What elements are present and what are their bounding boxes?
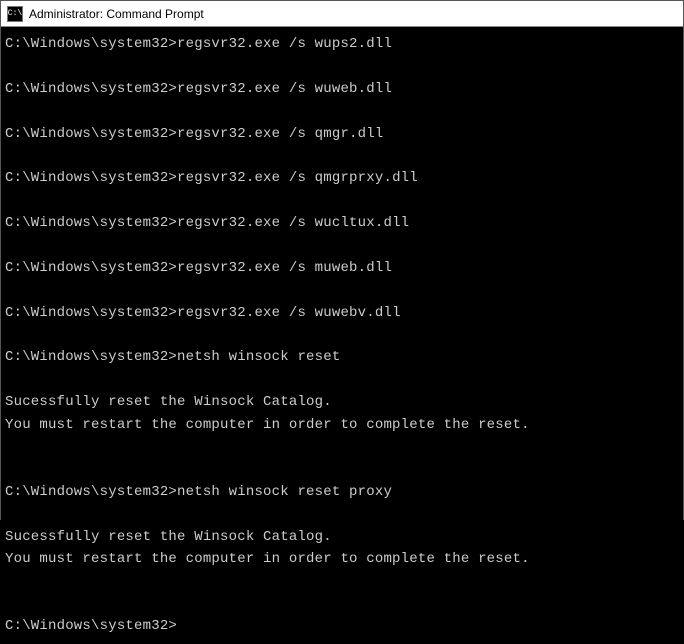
output-text: Sucessfully reset the Winsock Catalog.	[5, 529, 332, 545]
terminal-line: Sucessfully reset the Winsock Catalog.	[5, 391, 679, 413]
terminal-line: C:\Windows\system32>regsvr32.exe /s wuwe…	[5, 78, 679, 100]
prompt: C:\Windows\system32>	[5, 36, 177, 52]
terminal-line: You must restart the computer in order t…	[5, 548, 679, 570]
command-text: netsh winsock reset	[177, 349, 340, 365]
command-text: regsvr32.exe /s wuwebv.dll	[177, 305, 401, 321]
terminal-line	[5, 570, 679, 592]
titlebar[interactable]: C:\ Administrator: Command Prompt	[1, 1, 683, 27]
terminal-line: Sucessfully reset the Winsock Catalog.	[5, 526, 679, 548]
terminal-line: C:\Windows\system32>regsvr32.exe /s muwe…	[5, 257, 679, 279]
prompt: C:\Windows\system32>	[5, 81, 177, 97]
terminal-line: C:\Windows\system32>regsvr32.exe /s qmgr…	[5, 123, 679, 145]
window-title: Administrator: Command Prompt	[29, 7, 204, 21]
output-text: You must restart the computer in order t…	[5, 417, 530, 433]
terminal-line: C:\Windows\system32>netsh winsock reset …	[5, 481, 679, 503]
output-text: You must restart the computer in order t…	[5, 551, 530, 567]
command-text: regsvr32.exe /s qmgrprxy.dll	[177, 170, 418, 186]
terminal-area[interactable]: C:\Windows\system32>regsvr32.exe /s wups…	[1, 27, 683, 644]
terminal-line	[5, 235, 679, 257]
prompt: C:\Windows\system32>	[5, 126, 177, 142]
prompt: C:\Windows\system32>	[5, 170, 177, 186]
command-text: netsh winsock reset proxy	[177, 484, 392, 500]
prompt: C:\Windows\system32>	[5, 484, 177, 500]
terminal-line	[5, 369, 679, 391]
terminal-line	[5, 503, 679, 525]
command-text: regsvr32.exe /s muweb.dll	[177, 260, 392, 276]
terminal-line	[5, 324, 679, 346]
terminal-line	[5, 100, 679, 122]
prompt: C:\Windows\system32>	[5, 215, 177, 231]
terminal-line	[5, 458, 679, 480]
terminal-line: C:\Windows\system32>regsvr32.exe /s wuwe…	[5, 302, 679, 324]
terminal-line: C:\Windows\system32>	[5, 615, 679, 637]
terminal-line	[5, 279, 679, 301]
terminal-line: You must restart the computer in order t…	[5, 414, 679, 436]
prompt: C:\Windows\system32>	[5, 260, 177, 276]
prompt: C:\Windows\system32>	[5, 305, 177, 321]
cmd-icon: C:\	[7, 6, 23, 22]
terminal-line	[5, 145, 679, 167]
prompt: C:\Windows\system32>	[5, 349, 177, 365]
command-text: regsvr32.exe /s wuweb.dll	[177, 81, 392, 97]
terminal-line	[5, 190, 679, 212]
prompt: C:\Windows\system32>	[5, 618, 177, 634]
terminal-line: C:\Windows\system32>netsh winsock reset	[5, 346, 679, 368]
output-text: Sucessfully reset the Winsock Catalog.	[5, 394, 332, 410]
command-text: regsvr32.exe /s qmgr.dll	[177, 126, 383, 142]
terminal-line: C:\Windows\system32>regsvr32.exe /s qmgr…	[5, 167, 679, 189]
terminal-line: C:\Windows\system32>regsvr32.exe /s wups…	[5, 33, 679, 55]
command-text: regsvr32.exe /s wucltux.dll	[177, 215, 409, 231]
terminal-line	[5, 55, 679, 77]
command-text: regsvr32.exe /s wups2.dll	[177, 36, 392, 52]
terminal-line	[5, 436, 679, 458]
terminal-line	[5, 593, 679, 615]
terminal-line: C:\Windows\system32>regsvr32.exe /s wucl…	[5, 212, 679, 234]
